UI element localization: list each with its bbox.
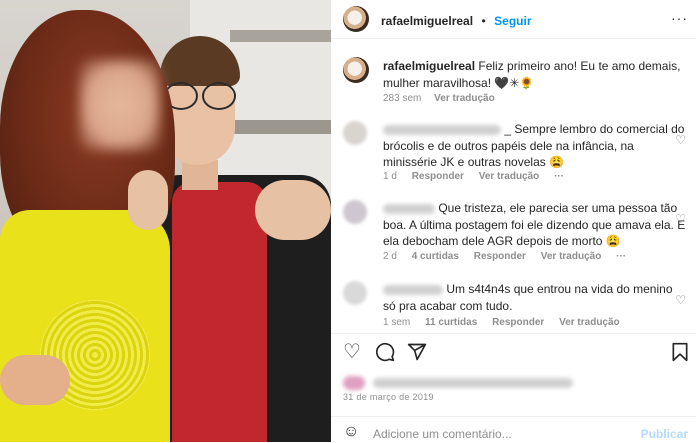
caption-avatar[interactable] — [343, 57, 369, 83]
comment-icon[interactable] — [375, 342, 395, 366]
author-avatar[interactable] — [343, 6, 369, 32]
comment-meta: 2 d 4 curtidas Responder Ver tradução ··… — [383, 251, 638, 262]
comment-more-icon[interactable]: ··· — [554, 171, 564, 182]
photo-man-shirt — [172, 182, 267, 442]
caption-meta: 283 sem Ver tradução — [383, 93, 495, 104]
share-icon[interactable] — [407, 342, 427, 366]
comment-input[interactable]: Adicione um comentário... — [373, 427, 512, 441]
see-translation-link[interactable]: Ver tradução — [541, 251, 602, 262]
photo-hand — [128, 170, 168, 230]
post-header: rafaelmiguelreal • Seguir ··· — [331, 0, 696, 39]
liker-avatars-blurred — [343, 375, 365, 390]
comment: Um s4t4n4s que entrou na vida do menino … — [383, 281, 688, 314]
author-username[interactable]: rafaelmiguelreal — [381, 14, 473, 28]
see-translation-link[interactable]: Ver tradução — [434, 93, 495, 104]
comment-age: 1 d — [383, 171, 397, 182]
photo-window-bar — [230, 30, 331, 42]
reply-button[interactable]: Responder — [492, 317, 544, 328]
photo-arm — [0, 355, 70, 405]
caption-age: 283 sem — [383, 93, 422, 104]
comment-like-icon[interactable]: ♡ — [675, 293, 686, 307]
comment-avatar[interactable] — [343, 281, 367, 305]
reply-button[interactable]: Responder — [412, 171, 464, 182]
more-options-icon[interactable]: ··· — [671, 10, 688, 26]
liked-by-blurred[interactable] — [343, 374, 574, 390]
comment: _ Sempre lembro do comercial do brócolis… — [383, 121, 688, 171]
post-caption: rafaelmiguelreal Feliz primeiro ano! Eu … — [383, 58, 683, 92]
emoji-icon[interactable]: ☺ — [343, 423, 359, 441]
comment-age: 2 d — [383, 251, 397, 262]
comment-meta: 1 sem 11 curtidas Responder Ver tradução — [383, 317, 632, 328]
post-photo[interactable] — [0, 0, 331, 442]
photo-window-bar — [230, 120, 331, 134]
comment: Que tristeza, ele parecia ser uma pessoa… — [383, 200, 688, 250]
follow-button[interactable]: Seguir — [494, 14, 531, 28]
post-actions-bar: ♡ — [331, 333, 696, 374]
bookmark-icon[interactable] — [671, 342, 689, 366]
caption-username[interactable]: rafaelmiguelreal — [383, 59, 475, 73]
comment-avatar[interactable] — [343, 200, 367, 224]
comment-username-blurred[interactable] — [383, 203, 435, 214]
photo-woman-face-blurred — [80, 60, 160, 150]
comment-age: 1 sem — [383, 317, 411, 328]
see-translation-link[interactable]: Ver tradução — [479, 171, 540, 182]
comment-likes[interactable]: 4 curtidas — [412, 251, 459, 262]
comment-meta: 1 d Responder Ver tradução ··· — [383, 171, 576, 182]
separator-dot: • — [481, 14, 486, 28]
comment-username-blurred[interactable] — [383, 124, 501, 135]
post-date[interactable]: 31 de março de 2019 — [343, 392, 434, 402]
liked-by-text-blurred — [373, 377, 574, 388]
comment-more-icon[interactable]: ··· — [616, 251, 626, 262]
reply-button[interactable]: Responder — [474, 251, 526, 262]
publish-button[interactable]: Publicar — [641, 427, 688, 441]
post-panel: rafaelmiguelreal • Seguir ··· rafaelmigu… — [331, 0, 696, 442]
heart-icon[interactable]: ♡ — [343, 342, 361, 362]
comment-username-blurred[interactable] — [383, 284, 443, 295]
see-translation-link[interactable]: Ver tradução — [559, 317, 620, 328]
comment-likes[interactable]: 11 curtidas — [425, 317, 477, 328]
comment-avatar[interactable] — [343, 121, 367, 145]
add-comment-bar: ☺ Adicione um comentário... Publicar — [331, 416, 696, 443]
comment-like-icon[interactable]: ♡ — [675, 133, 686, 147]
photo-arm — [255, 180, 331, 240]
comment-like-icon[interactable]: ♡ — [675, 212, 686, 226]
